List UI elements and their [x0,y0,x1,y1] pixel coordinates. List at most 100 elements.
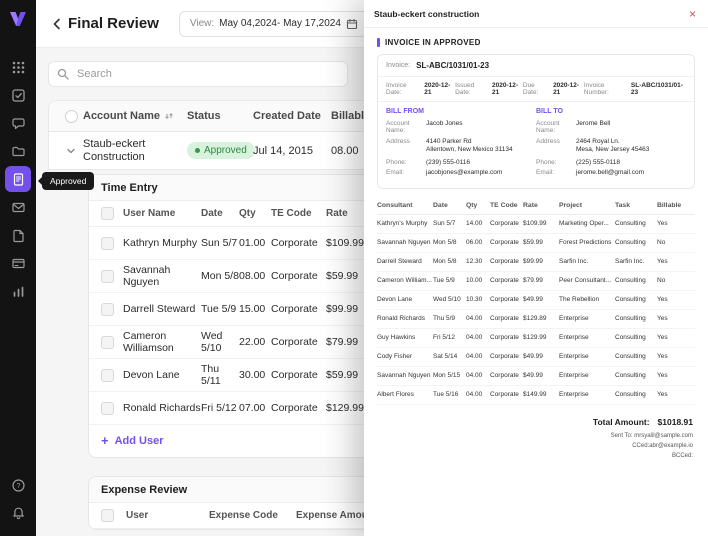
cell-qty: 08.00 [239,270,266,282]
sidebar-item-documents[interactable] [5,222,31,248]
cell-billable: Yes [657,220,668,228]
cell-qty: 04.00 [466,391,483,399]
search-icon [57,68,69,80]
approved-tooltip: Approved [42,172,95,190]
column-account-name[interactable]: Account Name [83,110,187,122]
sidebar-item-mail[interactable] [5,194,31,220]
sort-icon[interactable] [164,111,174,121]
cell-date: Thu 5/11 [201,363,221,387]
consultant-row: Darrell Steward Mon 5/8 12.30 Corporate $99.… [377,253,695,272]
cell-task: Consulting [615,296,646,304]
bill-to-section: BILL TO Account Name: Jerome Bell Address… [536,108,686,180]
cell-consultant: Cody Fisher [377,353,413,361]
sidebar-item-tasks[interactable] [5,82,31,108]
cell-date: Fri 5/12 [201,402,237,414]
cell-task: Sarfin Inc. [615,258,645,266]
credit-card-icon [11,258,25,268]
cell-project: Enterprise [559,372,589,380]
cell-consultant: Ronald Richards [377,315,426,323]
sidebar: ? [0,0,36,536]
column-user[interactable]: User [126,510,209,521]
expense-select-all-checkbox[interactable] [101,509,114,522]
cell-te-code: Corporate [271,402,318,414]
sidebar-item-approvals[interactable] [5,166,31,192]
consultant-row: Savannah Nguyen Mon 5/15 04.00 Corporate $49… [377,367,695,386]
cell-billable: Yes [657,353,668,361]
column-te-code[interactable]: TE Code [271,208,326,219]
view-date-range-selector[interactable]: View: May 04,2024- May 17,2024 [178,10,369,37]
invoice-number-meta: Invoice Number: SL-ABC/1031/01-23 [583,82,683,96]
cell-qty: 10.00 [466,277,483,285]
time-entry-select-all-checkbox[interactable] [101,207,114,220]
column-expense-code[interactable]: Expense Code [209,510,296,521]
sidebar-item-messages[interactable] [5,110,31,136]
row-checkbox[interactable] [101,236,114,250]
sidebar-item-files[interactable] [5,138,31,164]
column-date: Date [433,201,448,209]
cell-task: Consulting [615,391,646,399]
cell-qty: 15.00 [239,303,266,315]
column-date[interactable]: Date [201,208,239,220]
bill-from-section: BILL FROM Account Name: Jacob Jones Addre… [386,108,536,180]
bill-from-account: Jacob Jones [426,120,463,127]
cell-date: Mon 5/15 [433,372,461,380]
row-checkbox[interactable] [101,302,114,316]
cell-task: Consulting [615,220,646,228]
view-label: View: [189,18,215,29]
column-user-name[interactable]: User Name [123,208,201,220]
row-checkbox[interactable] [101,335,114,349]
cell-qty: 06.00 [466,239,483,247]
column-billable: Billable [657,201,682,209]
cell-user-name: Kathryn Murphy [123,237,198,249]
add-user-button[interactable]: + Add User [89,425,176,457]
cell-te-code: Corporate [490,372,519,380]
logo-icon [10,12,26,26]
cell-project: Forest Predictions [559,239,612,247]
chevron-down-icon[interactable] [65,145,77,157]
cell-date: Tue 5/16 [433,391,459,399]
cell-te-code: Corporate [490,258,519,266]
consultant-row: Devon Lane Wed 5/10 10.30 Corporate $49.99 Th… [377,291,695,310]
sidebar-item-help[interactable]: ? [5,472,31,498]
cell-te-code: Corporate [271,369,318,381]
consultant-table: Consultant Date Qty TE Code Rate Project… [377,197,695,405]
cell-te-code: Corporate [271,237,318,249]
page-title: Final Review [68,15,159,32]
cell-project: Enterprise [559,391,589,399]
cell-date: Sat 5/14 [433,353,458,361]
row-checkbox[interactable] [101,269,114,283]
cell-consultant: Darrell Steward [377,258,422,266]
search-input[interactable] [75,67,339,81]
cell-user-name: Cameron Williamson [123,330,174,354]
cell-te-code: Corporate [490,353,519,361]
sidebar-item-billing[interactable] [5,250,31,276]
close-button[interactable]: × [687,8,698,20]
approved-tooltip-label: Approved [50,176,87,186]
column-qty[interactable]: Qty [239,208,271,219]
cell-date: Tue 5/9 [433,277,455,285]
cell-rate: $59.99 [523,239,543,247]
cell-rate: $49.99 [523,296,543,304]
row-checkbox[interactable] [101,368,114,382]
sidebar-item-notifications[interactable] [5,500,31,526]
column-created-date[interactable]: Created Date [253,110,331,122]
sidebar-item-reports[interactable] [5,278,31,304]
select-all-radio[interactable] [65,109,78,123]
invoice-date: Invoice Date: 2020-12-21 [386,82,451,96]
app-logo[interactable] [7,8,29,30]
cell-qty: 07.00 [239,402,266,414]
row-checkbox[interactable] [101,401,114,415]
search-bar[interactable] [48,61,348,87]
cell-consultant: Devon Lane [377,296,413,304]
column-status[interactable]: Status [187,110,253,122]
total-amount-value: $1018.91 [657,416,693,427]
chevron-left-icon [53,18,60,29]
cell-consultant: Cameron William... [377,277,432,285]
cell-te-code: Corporate [490,391,519,399]
cell-consultant: Savannah Nguyen [377,372,431,380]
bill-from-email: jacobjones@example.com [426,169,503,177]
back-button[interactable] [48,15,66,33]
consultant-row: Kathryn's Murphy Sun 5/7 14.00 Corporate $10… [377,215,695,234]
cell-te-code: Corporate [490,334,519,342]
sidebar-item-apps[interactable] [5,54,31,80]
